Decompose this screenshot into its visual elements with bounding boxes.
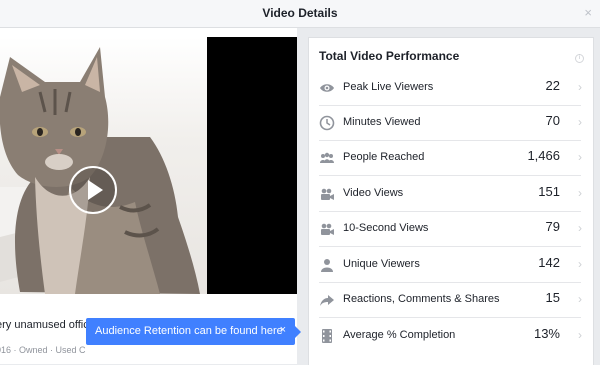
metric-label: 10-Second Views (343, 222, 429, 234)
person-icon (321, 259, 333, 272)
chevron-right-icon: › (578, 257, 582, 271)
metric-row-peak-live-viewers[interactable]: Peak Live Viewers 22 › (319, 71, 590, 105)
metric-row-video-views[interactable]: Video Views 151 › (319, 177, 590, 211)
divider (319, 246, 581, 247)
metric-value: 22 (545, 78, 560, 93)
metric-value: 13% (533, 326, 560, 341)
chevron-right-icon: › (578, 221, 582, 235)
metric-label: Reactions, Comments & Shares (343, 293, 500, 305)
video-column: ery unamused office assistant... 016 · O… (0, 28, 297, 364)
divider (319, 317, 581, 318)
metric-label: Minutes Viewed (343, 116, 421, 128)
play-button[interactable] (69, 166, 117, 214)
metric-row-people-reached[interactable]: People Reached 1,466 › (319, 141, 590, 175)
metric-label: Average % Completion (343, 329, 456, 341)
panel-title: Total Video Performance (319, 49, 460, 63)
divider (319, 175, 581, 176)
metric-label: Peak Live Viewers (343, 81, 434, 93)
metric-label: People Reached (343, 151, 425, 163)
video-thumbnail (0, 37, 207, 294)
metric-value: 79 (545, 219, 560, 234)
metric-row-reactions-comments-shares[interactable]: Reactions, Comments & Shares 15 › (319, 283, 590, 317)
close-icon[interactable]: × (584, 5, 592, 20)
cat-image (0, 47, 200, 294)
video-player[interactable] (0, 37, 297, 294)
performance-panel: Total Video Performance i Peak Live View… (308, 37, 594, 365)
tooltip-text: Audience Retention can be found here (95, 325, 283, 337)
chevron-right-icon: › (578, 150, 582, 164)
metric-row-10-second-views[interactable]: 10-Second Views 79 › (319, 212, 590, 246)
people-icon (320, 152, 334, 163)
chevron-right-icon: › (578, 328, 582, 342)
video-camera-icon (321, 223, 334, 235)
metric-row-unique-viewers[interactable]: Unique Viewers 142 › (319, 248, 590, 282)
metric-row-average-completion[interactable]: Average % Completion 13% › (319, 319, 590, 353)
video-camera-icon (321, 188, 334, 200)
info-icon[interactable]: i (575, 54, 584, 63)
metric-row-minutes-viewed[interactable]: Minutes Viewed 70 › (319, 106, 590, 140)
share-icon (320, 295, 334, 306)
video-meta: 016 · Owned · Used C (0, 345, 86, 355)
dialog-title: Video Details (262, 6, 338, 20)
metric-value: 151 (538, 184, 560, 199)
metric-value: 1,466 (527, 148, 560, 163)
metric-value: 15 (545, 290, 560, 305)
metric-label: Video Views (343, 187, 404, 199)
tooltip-arrow (295, 326, 301, 338)
metric-label: Unique Viewers (343, 258, 420, 270)
metric-value: 70 (545, 113, 560, 128)
chevron-right-icon: › (578, 115, 582, 129)
chevron-right-icon: › (578, 80, 582, 94)
chevron-right-icon: › (578, 186, 582, 200)
clock-icon (319, 115, 335, 131)
chevron-right-icon: › (578, 292, 582, 306)
metric-value: 142 (538, 255, 560, 270)
eye-icon (320, 84, 334, 92)
dialog-header: Video Details × (0, 0, 600, 28)
film-icon (322, 329, 332, 343)
tooltip-close-icon[interactable]: × (280, 324, 286, 336)
audience-retention-tooltip: Audience Retention can be found here × (86, 318, 301, 345)
